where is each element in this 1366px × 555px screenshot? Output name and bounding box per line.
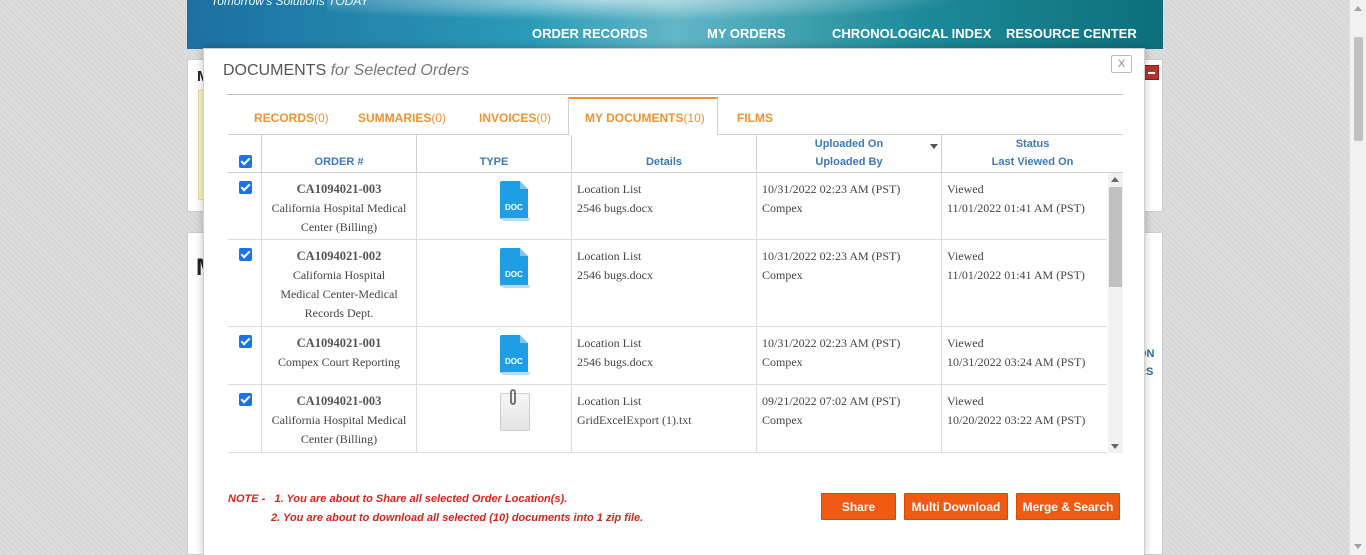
tab-films[interactable]: FILMS — [737, 111, 773, 125]
uploaded-cell: 09/21/2022 07:02 AM (PST) Compex — [757, 385, 942, 452]
tab-summaries[interactable]: SUMMARIES(0) — [358, 111, 446, 125]
uploaded-cell: 10/31/2022 02:23 AM (PST) Compex — [757, 327, 942, 384]
row-checkbox[interactable] — [239, 393, 252, 406]
download-note: NOTE - 1. You are about to Share all sel… — [228, 493, 644, 524]
order-cell: CA1094021-003 California Hospital Medical… — [262, 385, 417, 452]
collapse-icon[interactable] — [1144, 65, 1159, 80]
status-cell: Viewed 11/01/2022 01:41 AM (PST) — [947, 249, 1085, 282]
status-cell: Viewed 11/01/2022 01:41 AM (PST) — [947, 182, 1085, 215]
header-uploaded[interactable]: Uploaded On Uploaded By — [757, 135, 942, 173]
type-cell: DOC — [417, 327, 572, 384]
uploaded-cell: 10/31/2022 02:23 AM (PST) Compex — [757, 240, 942, 326]
modal-title-sub: for Selected Orders — [330, 62, 470, 79]
nav-my-orders[interactable]: MY ORDERS — [707, 26, 827, 41]
nav-chronological-index[interactable]: CHRONOLOGICAL INDEX — [832, 26, 1012, 41]
nav-order-records[interactable]: ORDER RECORDS — [532, 26, 672, 41]
table-row[interactable]: CA1094021-002 California Hospital Medical… — [228, 240, 1107, 327]
row-select-cell — [228, 173, 262, 239]
details-cell: Location List GridExcelExport (1).txt — [572, 385, 757, 452]
order-cell: CA1094021-003 California Hospital Medical… — [262, 173, 417, 239]
scroll-thumb[interactable] — [1354, 37, 1363, 141]
row-select-cell — [228, 240, 262, 326]
details-cell: Location List 2546 bugs.docx — [572, 240, 757, 326]
title-divider — [227, 94, 1123, 95]
documents-modal: DOCUMENTS for Selected Orders X RECORDS(… — [203, 48, 1145, 555]
tab-my-documents[interactable]: MY DOCUMENTS(10) — [585, 111, 705, 125]
scroll-thumb[interactable] — [1109, 187, 1122, 287]
sort-desc-icon[interactable] — [930, 144, 938, 149]
banner-swoosh — [327, 0, 1027, 24]
documents-table: ORDER # TYPE Details Uploaded On Uploade… — [228, 135, 1123, 453]
header-type[interactable]: TYPE — [417, 135, 572, 173]
site-header-banner: Tomorrow's Solutions TODAY ORDER RECORDS… — [187, 0, 1163, 49]
modal-title: DOCUMENTS for Selected Orders — [223, 62, 469, 80]
docx-file-icon[interactable]: DOC — [500, 248, 530, 288]
scroll-up-icon[interactable] — [1354, 6, 1362, 11]
type-cell: DOC — [417, 173, 572, 239]
order-cell: CA1094021-002 California Hospital Medical… — [262, 240, 417, 326]
header-order[interactable]: ORDER # — [262, 135, 417, 173]
type-cell: DOC — [417, 240, 572, 326]
tab-invoices[interactable]: INVOICES(0) — [479, 111, 551, 125]
status-cell: Viewed 10/20/2022 03:22 AM (PST) — [947, 394, 1086, 427]
table-scrollbar[interactable] — [1108, 173, 1123, 453]
order-cell: CA1094021-001 Compex Court Reporting — [262, 327, 417, 384]
table-header: ORDER # TYPE Details Uploaded On Uploade… — [228, 135, 1123, 173]
details-cell: Location List 2546 bugs.docx — [572, 327, 757, 384]
nav-resource-center[interactable]: RESOURCE CENTER — [1006, 26, 1156, 41]
row-select-cell — [228, 385, 262, 452]
row-select-cell — [228, 327, 262, 384]
txt-file-icon[interactable] — [500, 389, 530, 431]
uploaded-cell: 10/31/2022 02:23 AM (PST) Compex — [757, 173, 942, 239]
header-select-all — [228, 135, 262, 173]
table-row[interactable]: CA1094021-003 California Hospital Medical… — [228, 173, 1107, 240]
status-cell: Viewed 10/31/2022 03:24 AM (PST) — [947, 336, 1086, 369]
row-checkbox[interactable] — [239, 181, 252, 194]
details-cell: Location List 2546 bugs.docx — [572, 173, 757, 239]
select-all-checkbox[interactable] — [239, 155, 252, 168]
merge-search-button[interactable]: Merge & Search — [1016, 493, 1120, 520]
site-tagline: Tomorrow's Solutions TODAY — [211, 0, 369, 8]
row-checkbox[interactable] — [239, 248, 252, 261]
tab-records[interactable]: RECORDS(0) — [254, 111, 329, 125]
document-tabs: RECORDS(0) SUMMARIES(0) INVOICES(0) MY D… — [228, 97, 1123, 136]
page-scrollbar[interactable] — [1349, 0, 1366, 555]
share-button[interactable]: Share — [821, 493, 896, 520]
docx-file-icon[interactable]: DOC — [500, 181, 530, 221]
type-cell — [417, 385, 572, 452]
table-row[interactable]: CA1094021-003 California Hospital Medical… — [228, 385, 1107, 453]
table-row[interactable]: CA1094021-001 Compex Court Reporting DOC … — [228, 327, 1107, 385]
scroll-down-icon[interactable] — [1354, 544, 1362, 549]
header-status[interactable]: Status Last Viewed On — [942, 135, 1123, 173]
scroll-up-icon[interactable] — [1111, 177, 1119, 182]
header-details[interactable]: Details — [572, 135, 757, 173]
modal-title-main: DOCUMENTS — [223, 62, 327, 79]
row-checkbox[interactable] — [239, 335, 252, 348]
multi-download-button[interactable]: Multi Download — [904, 493, 1008, 520]
table-body[interactable]: CA1094021-003 California Hospital Medical… — [228, 173, 1123, 453]
scroll-down-icon[interactable] — [1111, 444, 1119, 449]
close-button[interactable]: X — [1111, 55, 1132, 73]
docx-file-icon[interactable]: DOC — [500, 335, 530, 375]
